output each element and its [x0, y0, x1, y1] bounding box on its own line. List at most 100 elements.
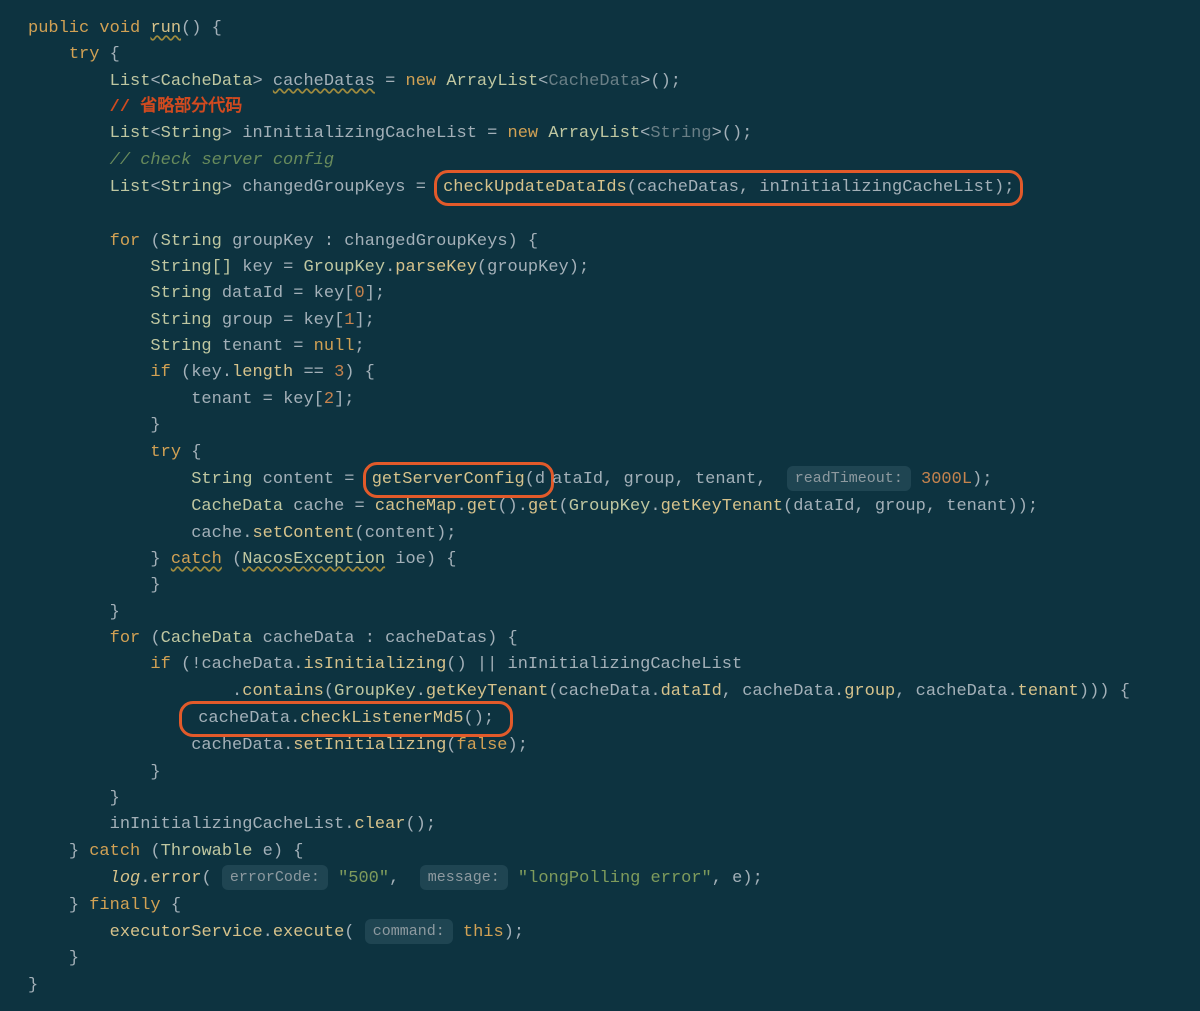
- fn-get: get: [528, 497, 559, 516]
- type-string: String: [161, 178, 222, 197]
- arg-group: group: [875, 497, 926, 516]
- fn-get-server-config: getServerConfig: [372, 470, 525, 489]
- param-hint-command: command:: [365, 919, 453, 944]
- var-executor-service: executorService: [110, 923, 263, 942]
- code-editor-viewport[interactable]: public void run() { try { List<CacheData…: [0, 0, 1200, 1011]
- code-line: public void run() {: [28, 19, 222, 38]
- fn-parsekey: parseKey: [395, 258, 477, 277]
- num-1: 1: [344, 311, 354, 330]
- arg-groupkey: groupKey: [487, 258, 569, 277]
- string-500: "500": [338, 869, 389, 888]
- code-line: }: [28, 576, 161, 595]
- code-line: CacheData cache = cacheMap.get().get(Gro…: [28, 497, 1038, 516]
- keyword-new: new: [406, 72, 437, 91]
- keyword-catch: catch: [89, 842, 140, 861]
- highlight-box-get-server-config: getServerConfig(d: [363, 462, 554, 498]
- code-line: cache.setContent(content);: [28, 524, 457, 543]
- keyword-if: if: [150, 655, 170, 674]
- fn-set-initializing: setInitializing: [293, 736, 446, 755]
- code-line: inInitializingCacheList.clear();: [28, 815, 436, 834]
- var-cachedata: cacheData: [201, 655, 293, 674]
- var-cachedatas: cacheDatas: [273, 72, 375, 91]
- num-0: 0: [354, 284, 364, 303]
- fn-check-listener-md5: checkListenerMd5: [300, 709, 463, 728]
- code-line: } catch (Throwable e) {: [28, 842, 303, 861]
- var-cachedatas: cacheDatas: [385, 629, 487, 648]
- var-ininit-cache-list: inInitializingCacheList: [508, 655, 743, 674]
- type-cachedata-generic: CacheData: [548, 72, 640, 91]
- keyword-catch: catch: [171, 550, 222, 569]
- var-tenant: tenant: [191, 390, 252, 409]
- op-equals: ==: [303, 363, 323, 382]
- num-3: 3: [334, 363, 344, 382]
- type-string: String: [191, 470, 252, 489]
- field-group: group: [844, 682, 895, 701]
- keyword-for: for: [110, 232, 141, 251]
- var-ininit-cache-list: inInitializingCacheList: [242, 124, 477, 143]
- var-dataid: dataId: [222, 284, 283, 303]
- fn-get: get: [467, 497, 498, 516]
- num-2: 2: [324, 390, 334, 409]
- num-3000l: 3000L: [921, 470, 972, 489]
- keyword-null: null: [314, 337, 355, 356]
- code-line: }: [28, 789, 120, 808]
- arg-tenant: tenant: [946, 497, 1007, 516]
- type-groupkey: GroupKey: [569, 497, 651, 516]
- var-cachedata: cacheData: [198, 709, 290, 728]
- var-ininit-cache-list: inInitializingCacheList: [110, 815, 345, 834]
- code-line: executorService.execute( command: this);: [28, 923, 524, 942]
- type-string-generic: String: [650, 124, 711, 143]
- param-hint-errorcode: errorCode:: [222, 865, 328, 890]
- fn-execute: execute: [273, 923, 344, 942]
- fn-error: error: [150, 869, 201, 888]
- type-string: String: [150, 311, 211, 330]
- type-string: String: [150, 337, 211, 356]
- var-tenant: tenant: [222, 337, 283, 356]
- keyword-try: try: [69, 45, 100, 64]
- code-line: String[] key = GroupKey.parseKey(groupKe…: [28, 258, 589, 277]
- code-line: List<String> inInitializingCacheList = n…: [28, 124, 752, 143]
- field-tenant: tenant: [1018, 682, 1079, 701]
- var-key: key: [283, 390, 314, 409]
- code-line: } catch (NacosException ioe) {: [28, 550, 457, 569]
- code-line: log.error( errorCode: "500", message: "l…: [28, 869, 763, 888]
- type-cachedata: CacheData: [161, 72, 253, 91]
- type-string: String: [150, 284, 211, 303]
- fn-get-key-tenant: getKeyTenant: [426, 682, 548, 701]
- type-string-array: String[]: [150, 258, 232, 277]
- arg-tenant: tenant: [695, 470, 756, 489]
- code-line: if (key.length == 3) {: [28, 363, 375, 382]
- keyword-public: public: [28, 19, 89, 38]
- var-cache: cache: [293, 497, 344, 516]
- code-line: }: [28, 949, 79, 968]
- fn-clear: clear: [354, 815, 405, 834]
- comment-omitted: // 省略部分代码: [110, 98, 243, 117]
- code-line: List<CacheData> cacheDatas = new ArrayLi…: [28, 72, 681, 91]
- code-line: for (String groupKey : changedGroupKeys)…: [28, 232, 538, 251]
- var-cachedata: cacheData: [742, 682, 834, 701]
- type-cachedata: CacheData: [191, 497, 283, 516]
- field-length: length: [232, 363, 293, 382]
- keyword-for: for: [110, 629, 141, 648]
- code-line: } finally {: [28, 896, 181, 915]
- code-line: for (CacheData cacheData : cacheDatas) {: [28, 629, 518, 648]
- code-line: try {: [28, 443, 201, 462]
- var-key: key: [242, 258, 273, 277]
- method-name-run: run: [150, 19, 181, 38]
- type-list: List: [110, 72, 151, 91]
- arg-dataid: dataId: [793, 497, 854, 516]
- highlight-box-check-listener-md5: cacheData.checkListenerMd5();: [179, 701, 513, 737]
- var-cachedata: cacheData: [263, 629, 355, 648]
- var-cachedata: cacheData: [559, 682, 651, 701]
- param-hint-readtimeout: readTimeout:: [787, 466, 911, 491]
- code-line: String group = key[1];: [28, 311, 375, 330]
- code-line: }: [28, 976, 38, 995]
- code-line: List<String> changedGroupKeys = checkUpd…: [28, 178, 1021, 197]
- type-string: String: [161, 232, 222, 251]
- code-line: }: [28, 763, 161, 782]
- code-line: tenant = key[2];: [28, 390, 354, 409]
- var-content: content: [263, 470, 334, 489]
- string-longpolling-error: "longPolling error": [518, 869, 712, 888]
- arg-ininit-cache-list: inInitializingCacheList: [759, 178, 994, 197]
- field-cachemap: cacheMap: [375, 497, 457, 516]
